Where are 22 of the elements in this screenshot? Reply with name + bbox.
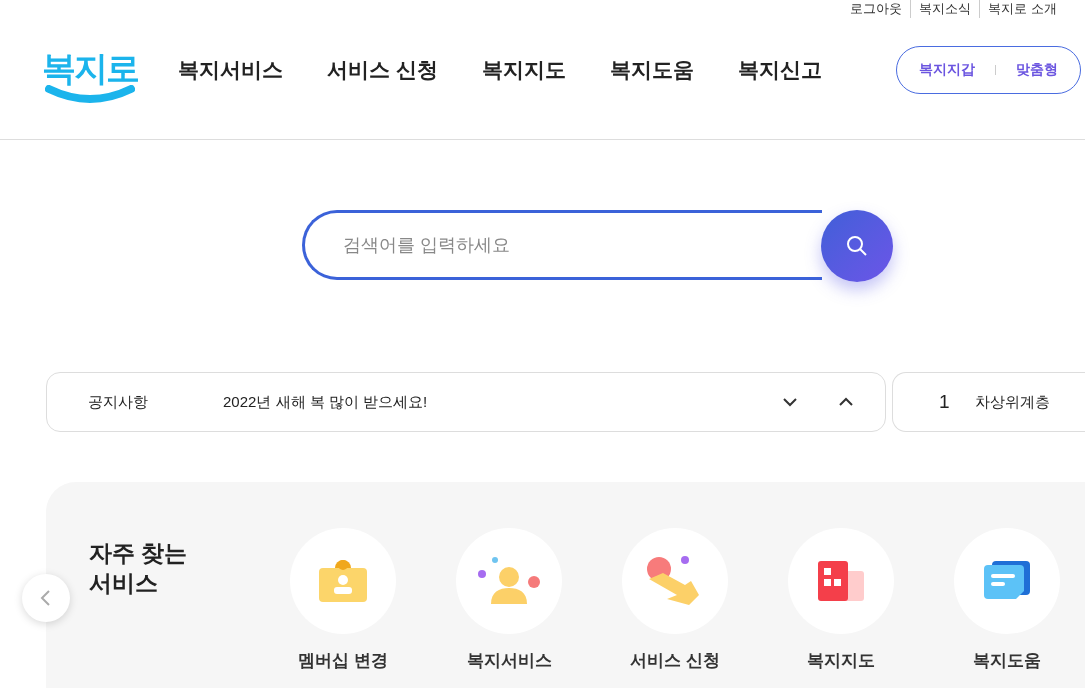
nav-menu-item[interactable]: 복지서비스 bbox=[178, 53, 283, 86]
search-field[interactable]: 검색어를 입력하세요 bbox=[302, 210, 822, 280]
ranking-keyword[interactable]: 차상위계층 bbox=[975, 390, 1050, 414]
search-button[interactable] bbox=[821, 210, 893, 282]
quick-link[interactable]: 맞춤형 bbox=[1016, 59, 1058, 80]
nav-menu-item[interactable]: 복지지도 bbox=[481, 53, 566, 86]
search-icon bbox=[845, 234, 869, 258]
nav-menu-item[interactable]: 복지도움 bbox=[609, 53, 694, 86]
top-link[interactable]: 복지로 소개 bbox=[979, 0, 1065, 18]
top-link[interactable]: 복지소식 bbox=[910, 0, 980, 18]
building-icon bbox=[816, 559, 866, 603]
chevron-left-icon bbox=[39, 589, 53, 607]
nav-menu-item[interactable]: 서비스 신청 bbox=[327, 53, 438, 86]
section-title: 자주 찾는 서비스 bbox=[89, 539, 189, 598]
id-badge-icon bbox=[317, 558, 369, 604]
rank-number: 1 bbox=[939, 389, 951, 414]
quick-link[interactable]: 복지지갑 bbox=[919, 59, 975, 80]
top-link[interactable]: 로그아웃 bbox=[842, 0, 911, 18]
nav-menu-item[interactable]: 복지신고 bbox=[737, 53, 822, 86]
notice-label: 공지사항 bbox=[88, 391, 149, 412]
notice-text[interactable]: 2022년 새해 복 많이 받으세요! bbox=[223, 390, 428, 414]
person-icon bbox=[478, 556, 540, 606]
